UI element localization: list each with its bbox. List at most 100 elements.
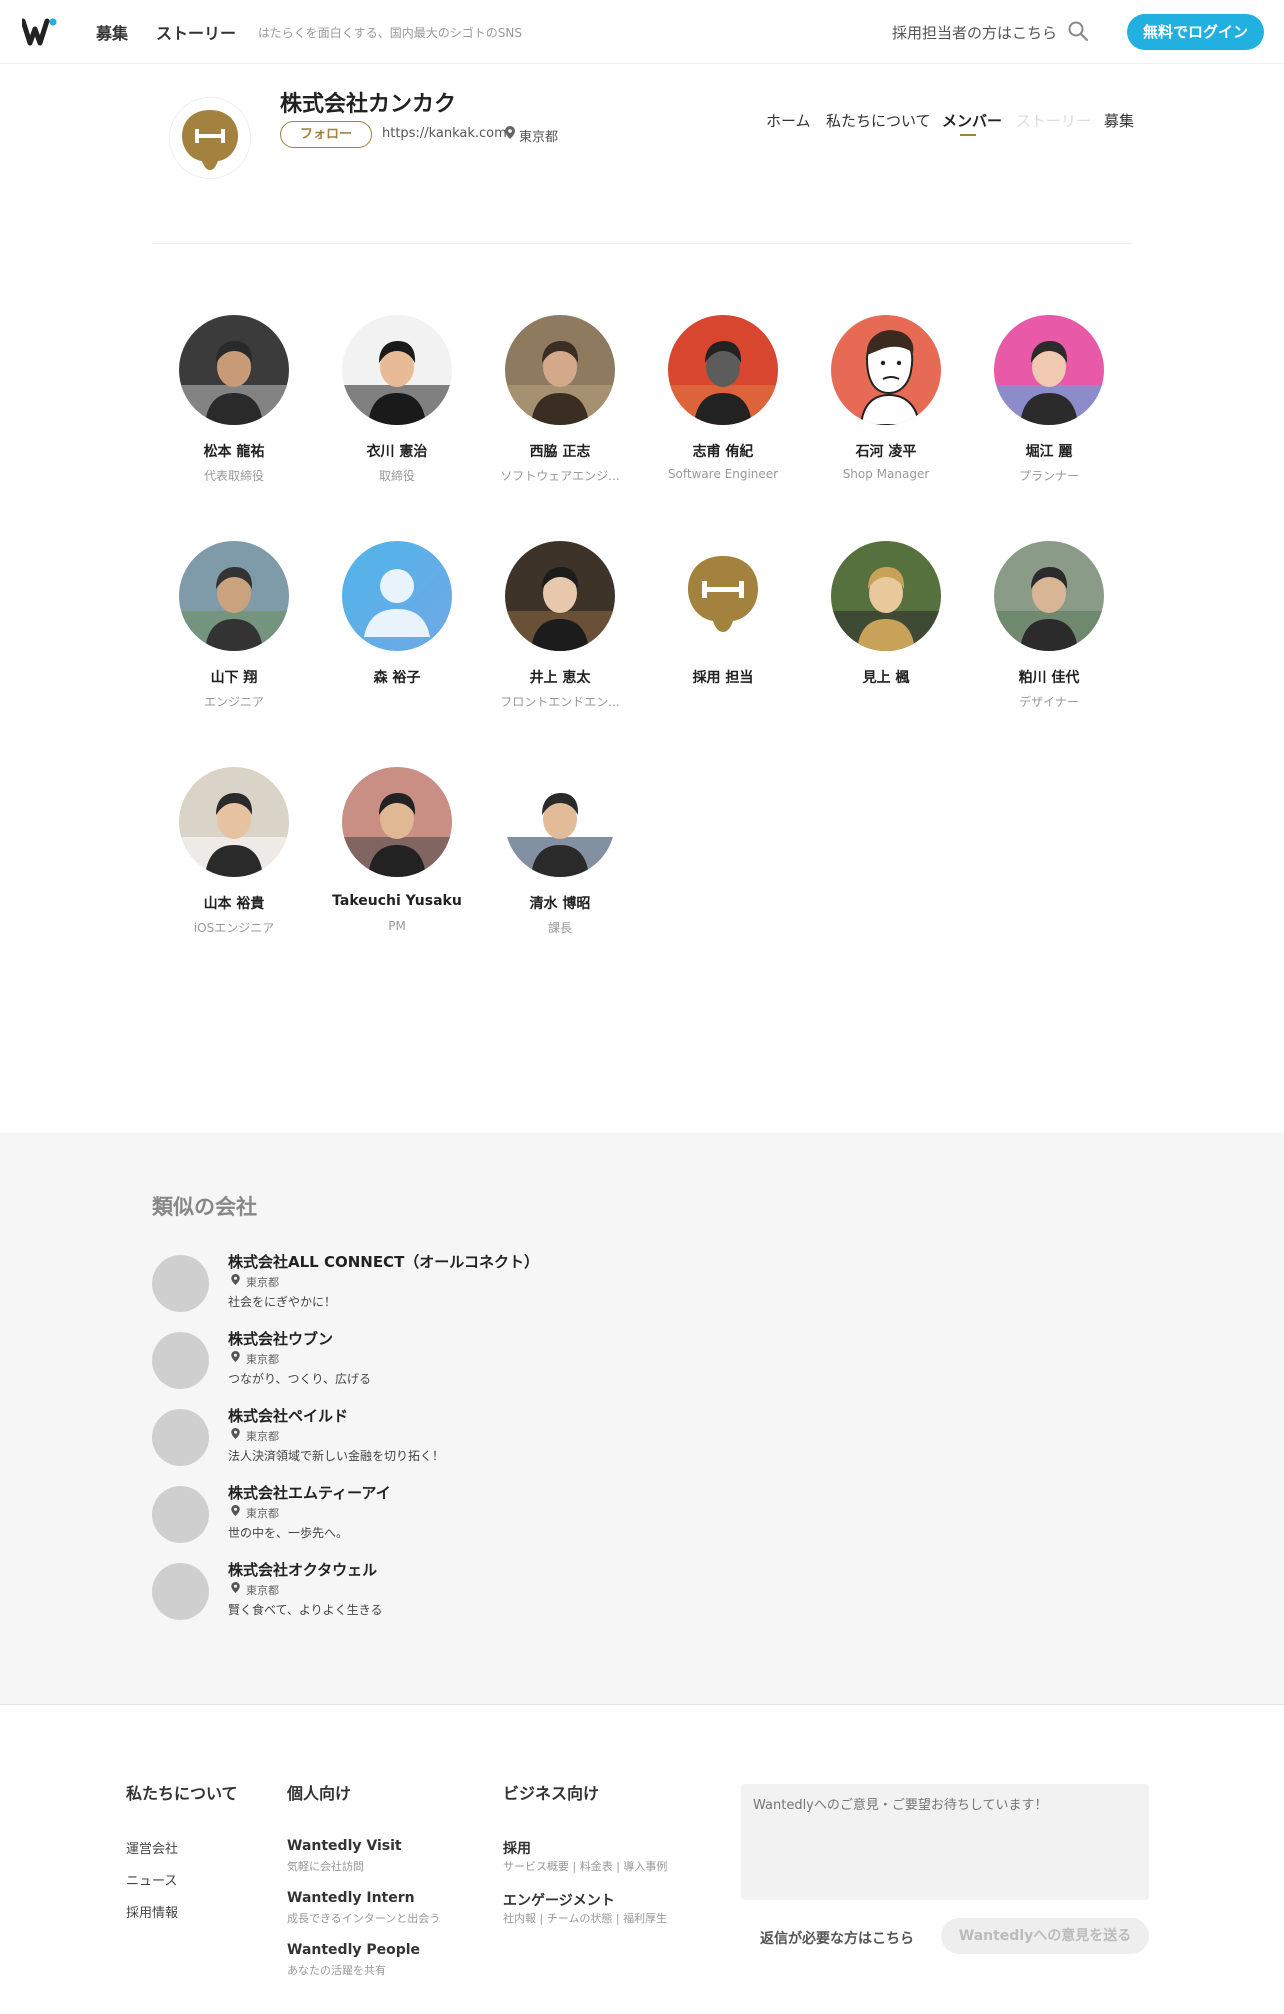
follow-button[interactable]: フォロー <box>280 121 372 148</box>
member-card[interactable]: 井上 恵太 フロントエンドエン... <box>480 541 640 709</box>
similar-company-logo[interactable] <box>152 1563 209 1620</box>
footer-link-news[interactable]: ニュース <box>126 1870 177 1889</box>
footer-wantedly-intern-desc: 成長できるインターンと出会う <box>287 1912 441 1925</box>
member-name[interactable]: 山本 裕貴 <box>154 893 314 912</box>
member-role: Shop Manager <box>842 467 930 481</box>
search-icon[interactable] <box>1066 19 1090 43</box>
member-card[interactable]: 西脇 正志 ソフトウェアエンジ... <box>480 315 640 483</box>
tab-about[interactable]: 私たちについて <box>826 110 931 131</box>
footer-engagement-link[interactable]: エンゲージメント <box>503 1890 615 1910</box>
similar-company-name[interactable]: 株式会社ウブン <box>228 1328 333 1349</box>
similar-company-logo[interactable] <box>152 1332 209 1389</box>
member-card[interactable]: 石河 凌平 Shop Manager <box>806 315 966 483</box>
member-name[interactable]: 粕川 佳代 <box>969 667 1129 686</box>
similar-company-description: 法人決済領域で新しい金融を切り拓く！ <box>228 1449 445 1463</box>
member-name[interactable]: 石河 凌平 <box>806 441 966 460</box>
member-avatar[interactable] <box>179 315 289 425</box>
member-name[interactable]: 採用 担当 <box>643 667 803 686</box>
member-name[interactable]: 志甫 侑紀 <box>643 441 803 460</box>
member-card[interactable]: 粕川 佳代 デザイナー <box>969 541 1129 709</box>
member-avatar[interactable] <box>505 767 615 877</box>
member-avatar[interactable] <box>179 767 289 877</box>
member-avatar[interactable] <box>342 767 452 877</box>
similar-company-item[interactable]: 株式会社ALL CONNECT（オールコネクト） 東京都 社会をにぎやかに！ <box>152 1251 852 1315</box>
footer-wantedly-visit-link[interactable]: Wantedly Visit <box>287 1838 402 1854</box>
similar-company-name[interactable]: 株式会社ペイルド <box>228 1405 348 1426</box>
company-logo-avatar[interactable] <box>668 541 778 651</box>
member-name[interactable]: Takeuchi Yusaku <box>317 893 477 911</box>
member-avatar[interactable] <box>831 315 941 425</box>
footer-recruiting-link[interactable]: 採用 <box>503 1838 531 1858</box>
member-avatar[interactable] <box>668 315 778 425</box>
footer-wantedly-people-link[interactable]: Wantedly People <box>287 1942 420 1958</box>
member-card[interactable]: 見上 楓 <box>806 541 966 709</box>
tab-members[interactable]: メンバー <box>942 110 1002 131</box>
similar-company-location: 東京都 <box>246 1353 279 1366</box>
member-role: 取締役 <box>378 469 415 483</box>
member-name[interactable]: 衣川 憲治 <box>317 441 477 460</box>
site-tagline: はたらくを面白くする、国内最大のシゴトのSNS <box>258 26 522 40</box>
member-card[interactable]: 採用 担当 <box>643 541 803 709</box>
member-avatar[interactable] <box>994 315 1104 425</box>
similar-company-description: つながり、つくり、広げる <box>228 1372 372 1386</box>
member-card[interactable]: 堀江 麗プランナー <box>969 315 1129 483</box>
nav-recruit-link[interactable]: 募集 <box>96 20 128 44</box>
similar-company-item[interactable]: 株式会社ペイルド 東京都 法人決済領域で新しい金融を切り拓く！ <box>152 1405 852 1469</box>
member-avatar[interactable] <box>505 541 615 651</box>
wantedly-logo[interactable] <box>22 17 58 47</box>
similar-company-item[interactable]: 株式会社オクタウェル 東京都 賢く食べて、よりよく生きる <box>152 1559 852 1623</box>
member-name[interactable]: 堀江 麗 <box>969 441 1129 460</box>
tab-home[interactable]: ホーム <box>766 110 811 131</box>
default-user-icon[interactable] <box>342 541 452 651</box>
member-card[interactable]: 森 裕子 <box>317 541 477 709</box>
footer-link-company[interactable]: 運営会社 <box>126 1838 178 1857</box>
member-avatar[interactable] <box>342 315 452 425</box>
member-name[interactable]: 森 裕子 <box>317 667 477 686</box>
company-logo[interactable] <box>170 98 250 178</box>
member-role: プランナー <box>1018 469 1079 483</box>
company-website-link[interactable]: https://kankak.com <box>382 126 507 141</box>
member-avatar[interactable] <box>179 541 289 651</box>
tab-recruit[interactable]: 募集 <box>1104 110 1134 131</box>
footer-engagement-desc[interactable]: 社内報 | チームの状態 | 福利厚生 <box>503 1910 667 1926</box>
member-name[interactable]: 西脇 正志 <box>480 441 640 460</box>
similar-company-logo[interactable] <box>152 1409 209 1466</box>
footer-link-careers[interactable]: 採用情報 <box>126 1902 178 1921</box>
similar-company-name[interactable]: 株式会社エムティーアイ <box>228 1482 391 1503</box>
member-card[interactable]: 松本 龍祐 代表取締役 <box>154 315 314 483</box>
location-pin-icon <box>231 1505 240 1516</box>
member-card[interactable]: Takeuchi Yusaku PM <box>317 767 477 935</box>
similar-company-name[interactable]: 株式会社オクタウェル <box>228 1559 377 1580</box>
member-card[interactable]: 山本 裕貴 iOSエンジニア <box>154 767 314 935</box>
member-avatar[interactable] <box>505 315 615 425</box>
member-name[interactable]: 井上 恵太 <box>480 667 640 686</box>
member-card[interactable]: 志甫 侑紀 Software Engineer <box>643 315 803 483</box>
similar-companies-title: 類似の会社 <box>152 1195 257 1219</box>
member-name[interactable]: 山下 翔 <box>154 667 314 686</box>
similar-companies-section: 類似の会社 株式会社ALL CONNECT（オールコネクト） 東京都 社会をにぎやか… <box>0 1133 1284 1705</box>
tab-stories: ストーリー <box>1016 112 1092 130</box>
similar-company-item[interactable]: 株式会社ウブン東京都つながり、つくり、広げる <box>152 1328 852 1392</box>
member-role: iOSエンジニア <box>193 921 275 935</box>
member-avatar[interactable] <box>994 541 1104 651</box>
hr-contact-link[interactable]: 採用担当者の方はこちら <box>892 22 1057 43</box>
feedback-textarea[interactable] <box>741 1784 1149 1900</box>
similar-company-logo[interactable] <box>152 1255 209 1312</box>
member-name[interactable]: 清水 博昭 <box>480 893 640 912</box>
member-card[interactable]: 山下 翔エンジニア <box>154 541 314 709</box>
member-card[interactable]: 衣川 憲治 取締役 <box>317 315 477 483</box>
similar-company-name[interactable]: 株式会社ALL CONNECT（オールコネクト） <box>228 1251 539 1272</box>
similar-company-item[interactable]: 株式会社エムティーアイ 東京都 世の中を、一歩先へ。 <box>152 1482 852 1546</box>
login-button[interactable]: 無料でログイン <box>1127 14 1264 50</box>
similar-company-logo[interactable] <box>152 1486 209 1543</box>
reply-needed-link[interactable]: 返信が必要な方はこちら <box>760 1928 914 1948</box>
location-pin-icon <box>231 1274 240 1285</box>
send-feedback-button[interactable]: Wantedlyへの意見を送る <box>941 1918 1149 1954</box>
nav-stories-link[interactable]: ストーリー <box>156 20 236 44</box>
member-card[interactable]: 清水 博昭 課長 <box>480 767 640 935</box>
member-name[interactable]: 松本 龍祐 <box>154 441 314 460</box>
member-avatar[interactable] <box>831 541 941 651</box>
footer-wantedly-intern-link[interactable]: Wantedly Intern <box>287 1890 415 1906</box>
member-name[interactable]: 見上 楓 <box>806 667 966 686</box>
footer-recruiting-desc[interactable]: サービス概要 | 料金表 | 導入事例 <box>503 1858 667 1874</box>
